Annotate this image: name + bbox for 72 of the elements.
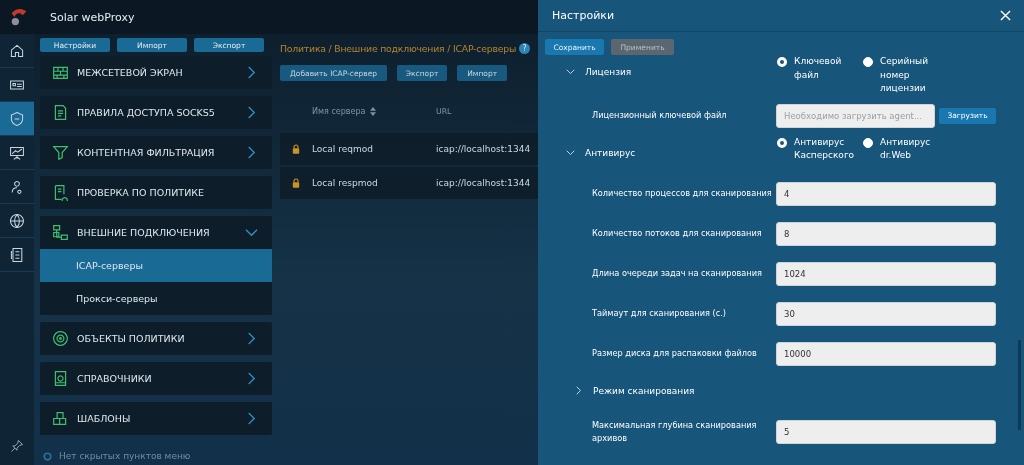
- field-label: Максимальная глубина сканирования архивов: [592, 418, 758, 445]
- radio-option[interactable]: Антивирус Касперского: [777, 135, 861, 163]
- table-cell: icap://localhost:1344: [436, 178, 531, 188]
- submenu-item[interactable]: Прокси-серверы: [40, 282, 272, 315]
- radio-dot[interactable]: [777, 57, 787, 67]
- table-cell-text: Local reqmod: [312, 144, 374, 154]
- chevron-right-icon: [245, 372, 258, 385]
- field-label: Количество потоков для сканирования: [592, 227, 763, 240]
- chevron-right-icon: [245, 412, 258, 425]
- globe-icon: [9, 212, 25, 229]
- menu-item[interactable]: ОБЪЕКТЫ ПОЛИТИКИ: [40, 322, 272, 355]
- table-cell-text: Local respmod: [312, 178, 379, 188]
- net-icon: [52, 224, 69, 241]
- field-label: Количество процессов для сканирования: [592, 187, 773, 200]
- radio-option[interactable]: Антивирус dr.Web: [863, 135, 947, 163]
- drawer-title: Настройки: [552, 9, 615, 22]
- input-field[interactable]: 10000: [776, 341, 996, 366]
- chevron-down-icon[interactable]: [566, 69, 575, 75]
- pin-icon[interactable]: [10, 439, 24, 453]
- scrollbar[interactable]: [1018, 340, 1021, 430]
- wall-icon: [52, 64, 69, 81]
- menu-item[interactable]: ПРОВЕРКА ПО ПОЛИТИКЕ: [40, 176, 272, 209]
- sort-icon: [370, 107, 377, 116]
- menu-item[interactable]: МЕЖСЕТЕВОЙ ЭКРАН: [40, 56, 272, 89]
- field-label: Длина очереди задач на сканирования: [592, 267, 763, 280]
- radio-option[interactable]: Ключевой файл: [777, 55, 861, 96]
- breadcrumb: Политика / Внешние подключения / ICAP-серверы: [280, 42, 517, 54]
- chevron-right-icon[interactable]: [576, 386, 582, 395]
- menu-item[interactable]: ВНЕШНИЕ ПОДКЛЮЧЕНИЯ: [40, 216, 272, 249]
- field-label: Таймаут для сканирования (с.): [592, 307, 728, 320]
- input-field[interactable]: 30: [776, 301, 996, 326]
- chevron-right-icon: [245, 66, 258, 79]
- filter-icon: [52, 144, 69, 161]
- section-title: Режим сканирования: [593, 385, 695, 396]
- column-header[interactable]: Имя сервера: [312, 107, 436, 116]
- shield-icon: [9, 110, 25, 127]
- submenu-item[interactable]: ICAP-серверы: [40, 249, 272, 282]
- chevron-right-icon: [245, 332, 258, 345]
- input-field[interactable]: 1024: [776, 261, 996, 286]
- radio-dot[interactable]: [777, 137, 787, 148]
- section-title: Лицензия: [585, 67, 632, 77]
- help-badge[interactable]: ?: [519, 42, 531, 54]
- file-field[interactable]: Необходимо загрузить agent...: [776, 103, 935, 128]
- home-icon: [9, 42, 25, 59]
- close-icon[interactable]: [1000, 10, 1011, 21]
- field-label: Размер диска для распаковки файлов: [592, 347, 758, 360]
- menu-item[interactable]: ПРАВИЛА ДОСТУПА SOCKS5: [40, 96, 272, 129]
- chart-icon: [9, 144, 25, 161]
- radio-option[interactable]: Серийный номер лицензии: [863, 55, 947, 96]
- menu-item[interactable]: ШАБЛОНЫ: [40, 402, 272, 435]
- chevron-down-icon[interactable]: [566, 149, 575, 156]
- field-label: Лицензионный ключевой файл: [592, 109, 728, 122]
- menu-footer-text: Нет скрытых пунктов меню: [59, 451, 191, 461]
- input-field[interactable]: 8: [776, 221, 996, 246]
- chevron-right-icon: [245, 146, 258, 159]
- menu-item[interactable]: КОНТЕНТНАЯ ФИЛЬТРАЦИЯ: [40, 136, 272, 169]
- list-icon: [9, 246, 25, 263]
- chevron-down-icon: [245, 226, 258, 239]
- rail-item[interactable]: [0, 102, 34, 136]
- target-icon: [52, 330, 69, 347]
- blocks-icon: [52, 410, 69, 427]
- table-cell: icap://localhost:1344: [436, 144, 531, 154]
- app-title: Solar webProxy: [50, 10, 135, 24]
- radio-dot[interactable]: [863, 137, 873, 148]
- input-field[interactable]: 5: [776, 419, 996, 444]
- section-title: Антивирус: [585, 147, 636, 158]
- chevron-right-icon: [245, 106, 258, 119]
- menu-item[interactable]: СПРАВОЧНИКИ: [40, 362, 272, 395]
- radio-dot[interactable]: [863, 57, 873, 67]
- book-icon: [52, 370, 69, 387]
- input-field[interactable]: 4: [776, 181, 996, 206]
- doc-icon: [52, 104, 69, 121]
